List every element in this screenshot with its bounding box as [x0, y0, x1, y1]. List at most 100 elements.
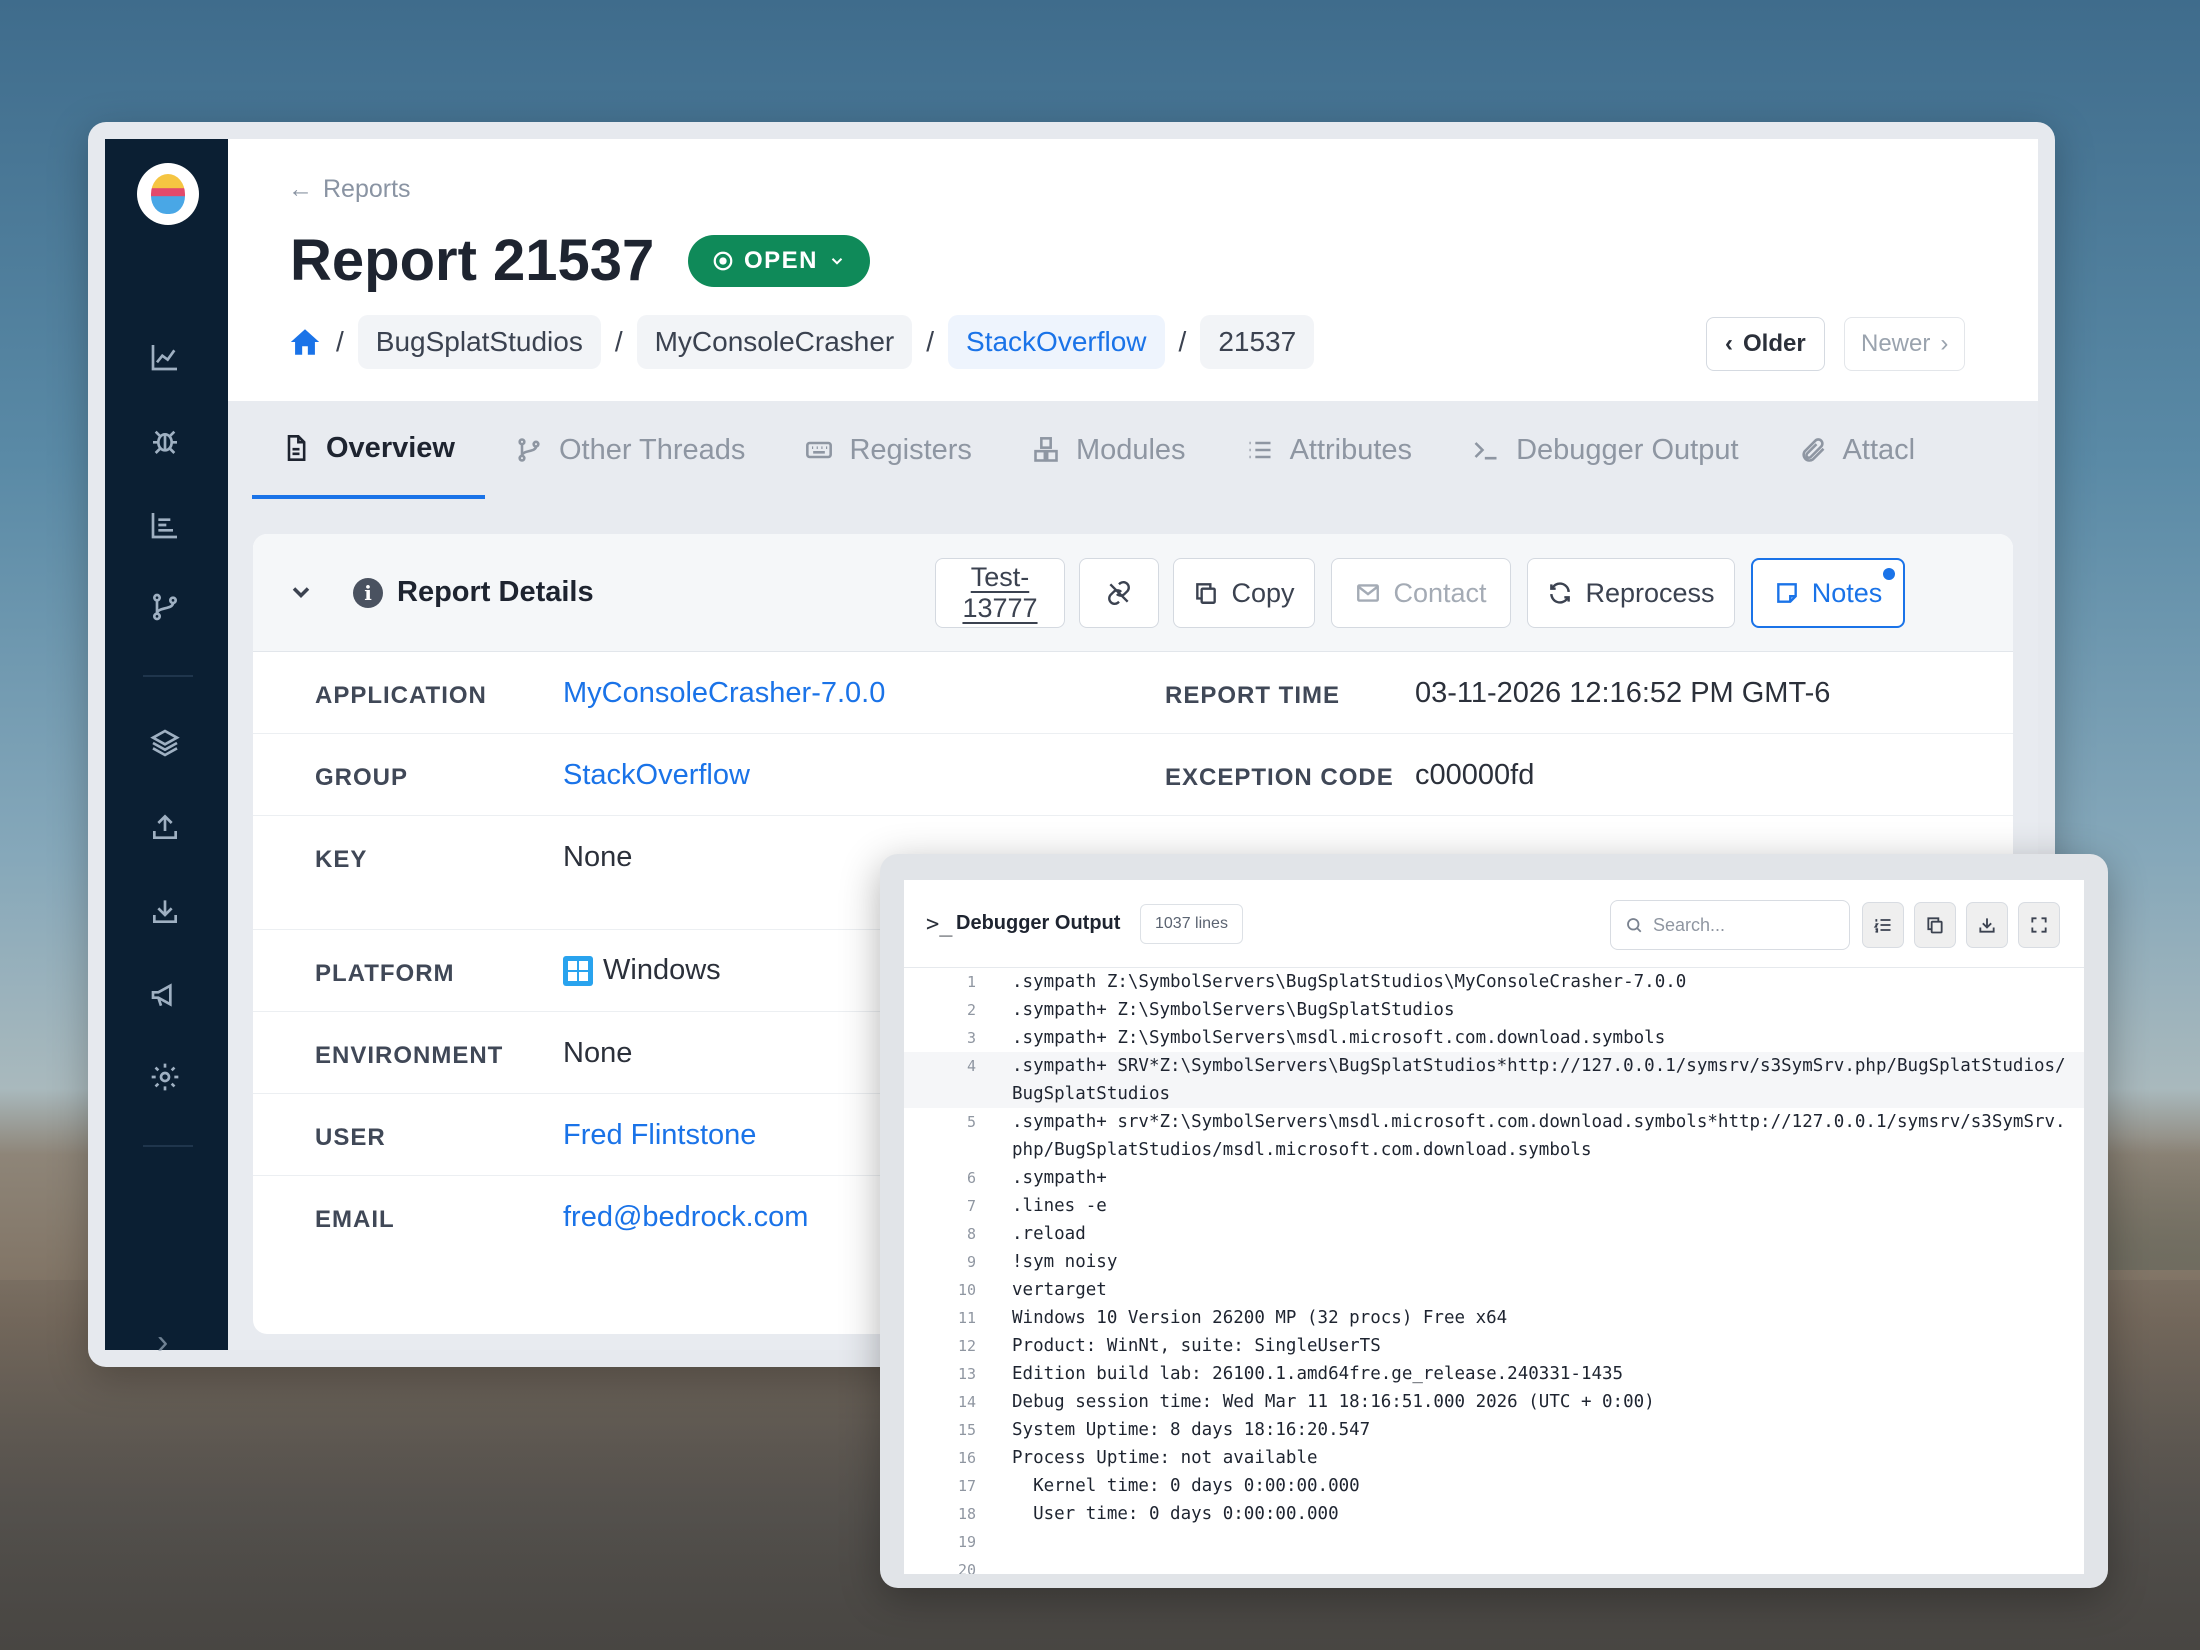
- tab-label: Overview: [326, 431, 455, 464]
- line-number: 9: [966, 1253, 976, 1271]
- bug-mascot-icon: [151, 174, 185, 214]
- tab-registers[interactable]: Registers: [775, 401, 1002, 499]
- line-text: System Uptime: 8 days 18:16:20.547: [1012, 1420, 1371, 1440]
- unlink-icon: [1108, 580, 1130, 606]
- line-text: !sym noisy: [1012, 1252, 1118, 1272]
- user-link[interactable]: Fred Flintstone: [563, 1119, 756, 1152]
- breadcrumb-application[interactable]: MyConsoleCrasher: [636, 315, 913, 369]
- tab-overview[interactable]: Overview: [252, 401, 485, 499]
- home-icon[interactable]: [288, 325, 322, 359]
- application-link[interactable]: MyConsoleCrasher-7.0.0: [563, 677, 885, 710]
- tab-other-threads[interactable]: Other Threads: [485, 401, 775, 499]
- line-text: .sympath+: [1012, 1168, 1107, 1188]
- debugger-line: 6 .sympath+: [904, 1164, 2084, 1192]
- copy-button[interactable]: Copy: [1173, 558, 1315, 628]
- layers-icon[interactable]: [143, 721, 187, 765]
- page-title: Report 21537: [290, 228, 655, 293]
- line-number: 19: [957, 1533, 976, 1551]
- card-title: Report Details: [397, 576, 594, 608]
- debugger-line: 12 Product: WinNt, suite: SingleUserTS: [904, 1332, 2084, 1360]
- breadcrumb-separator: /: [926, 326, 935, 357]
- tab-attributes[interactable]: Attributes: [1216, 401, 1443, 499]
- collapse-chevron-icon[interactable]: [287, 578, 315, 606]
- contact-button[interactable]: Contact: [1331, 558, 1511, 628]
- debugger-line: 9 !sym noisy: [904, 1248, 2084, 1276]
- megaphone-icon[interactable]: [143, 973, 187, 1017]
- debugger-line: 17 Kernel time: 0 days 0:00:00.000: [904, 1472, 2084, 1500]
- notes-button[interactable]: Notes: [1751, 558, 1905, 628]
- tab-label: Attacl: [1842, 433, 1916, 466]
- copy-icon: [1927, 917, 1943, 934]
- status-dropdown[interactable]: OPEN: [688, 235, 871, 287]
- line-numbers-button[interactable]: [1862, 902, 1904, 948]
- line-text: .lines -e: [1012, 1196, 1107, 1216]
- debugger-output-lines[interactable]: 1 .sympath Z:\SymbolServers\BugSplatStudi…: [904, 968, 2084, 1574]
- issue-tag-label: Test-13777: [962, 562, 1038, 623]
- debugger-output-panel: >_ Debugger Output 1037 lines 1 .sympath …: [880, 854, 2108, 1588]
- copy-output-button[interactable]: [1914, 902, 1956, 948]
- breadcrumb-group[interactable]: StackOverflow: [948, 315, 1165, 369]
- copy-icon: [1196, 583, 1217, 604]
- group-link[interactable]: StackOverflow: [563, 759, 750, 792]
- debugger-output-inner: >_ Debugger Output 1037 lines 1 .sympath …: [904, 880, 2084, 1574]
- branch-icon[interactable]: [143, 585, 187, 629]
- upload-icon[interactable]: [143, 805, 187, 849]
- line-number: 20: [957, 1561, 976, 1574]
- line-number: 12: [957, 1337, 976, 1355]
- terminal-icon: >_: [926, 912, 953, 937]
- platform-text: Windows: [603, 954, 721, 986]
- older-label: Older: [1743, 330, 1806, 357]
- debugger-line: 10 vertarget: [904, 1276, 2084, 1304]
- line-text: .sympath+ srv*Z:\SymbolServers\msdl.micr…: [1012, 1112, 2066, 1160]
- bug-icon[interactable]: [143, 419, 187, 463]
- debugger-search[interactable]: [1610, 900, 1850, 950]
- sidebar-collapse-chevron-icon[interactable]: ›: [157, 1323, 168, 1362]
- issue-tag-link[interactable]: Test-13777: [935, 558, 1065, 628]
- reprocess-button[interactable]: Reprocess: [1527, 558, 1735, 628]
- line-number: 7: [966, 1197, 976, 1215]
- tab-debugger-output[interactable]: Debugger Output: [1442, 401, 1768, 499]
- debugger-line: 3 .sympath+ Z:\SymbolServers\msdl.microso…: [904, 1024, 2084, 1052]
- dashboard-chart-icon[interactable]: [143, 335, 187, 379]
- breadcrumb-separator: /: [1178, 326, 1187, 357]
- breadcrumb: / BugSplatStudios / MyConsoleCrasher / S…: [288, 315, 1315, 369]
- windows-icon: [563, 955, 593, 986]
- tab-label: Debugger Output: [1516, 433, 1739, 466]
- branch-icon: [518, 438, 540, 462]
- fullscreen-button[interactable]: [2018, 902, 2060, 948]
- email-label: EMAIL: [315, 1206, 395, 1233]
- debugger-line: 5 .sympath+ srv*Z:\SymbolServers\msdl.mic…: [904, 1108, 2084, 1164]
- mail-icon: [1357, 584, 1380, 602]
- back-to-reports-link[interactable]: ← Reports: [288, 175, 411, 204]
- debugger-line: 4 .sympath+ SRV*Z:\SymbolServers\BugSplat…: [904, 1052, 2084, 1108]
- unlink-button[interactable]: [1079, 558, 1159, 628]
- older-button[interactable]: ‹ Older: [1706, 317, 1825, 371]
- line-number: 18: [957, 1505, 976, 1523]
- tab-label: Other Threads: [558, 433, 746, 466]
- breadcrumb-database[interactable]: BugSplatStudios: [357, 315, 601, 369]
- download-icon[interactable]: [143, 889, 187, 933]
- debugger-line: 8 .reload: [904, 1220, 2084, 1248]
- key-value: None: [563, 841, 633, 873]
- line-text: Process Uptime: not available: [1012, 1448, 1318, 1468]
- line-text: vertarget: [1012, 1280, 1107, 1300]
- search-input[interactable]: [1653, 914, 1823, 936]
- line-text: .sympath+ SRV*Z:\SymbolServers\BugSplatS…: [1012, 1056, 2066, 1104]
- summary-bars-icon[interactable]: [143, 503, 187, 547]
- tab-attachments[interactable]: Attacl: [1769, 401, 1946, 499]
- line-number: 10: [957, 1281, 976, 1299]
- gear-icon[interactable]: [143, 1055, 187, 1099]
- line-number: 14: [957, 1393, 976, 1411]
- newer-button[interactable]: Newer ›: [1844, 317, 1966, 371]
- bugsplat-logo[interactable]: [137, 163, 199, 225]
- email-link[interactable]: fred@bedrock.com: [563, 1201, 808, 1234]
- line-text: Edition build lab: 26100.1.amd64fre.ge_r…: [1012, 1364, 1624, 1384]
- line-text: Debug session time: Wed Mar 11 18:16:51.…: [1012, 1392, 1655, 1412]
- tab-label: Attributes: [1289, 433, 1413, 466]
- tab-modules[interactable]: Modules: [1002, 401, 1216, 499]
- line-number: 3: [966, 1029, 976, 1047]
- page-header: ← Reports Report 21537 OPEN / BugSplatSt…: [228, 139, 2038, 401]
- debugger-line: 20: [904, 1556, 2084, 1574]
- download-output-button[interactable]: [1966, 902, 2008, 948]
- copy-label: Copy: [1231, 577, 1295, 608]
